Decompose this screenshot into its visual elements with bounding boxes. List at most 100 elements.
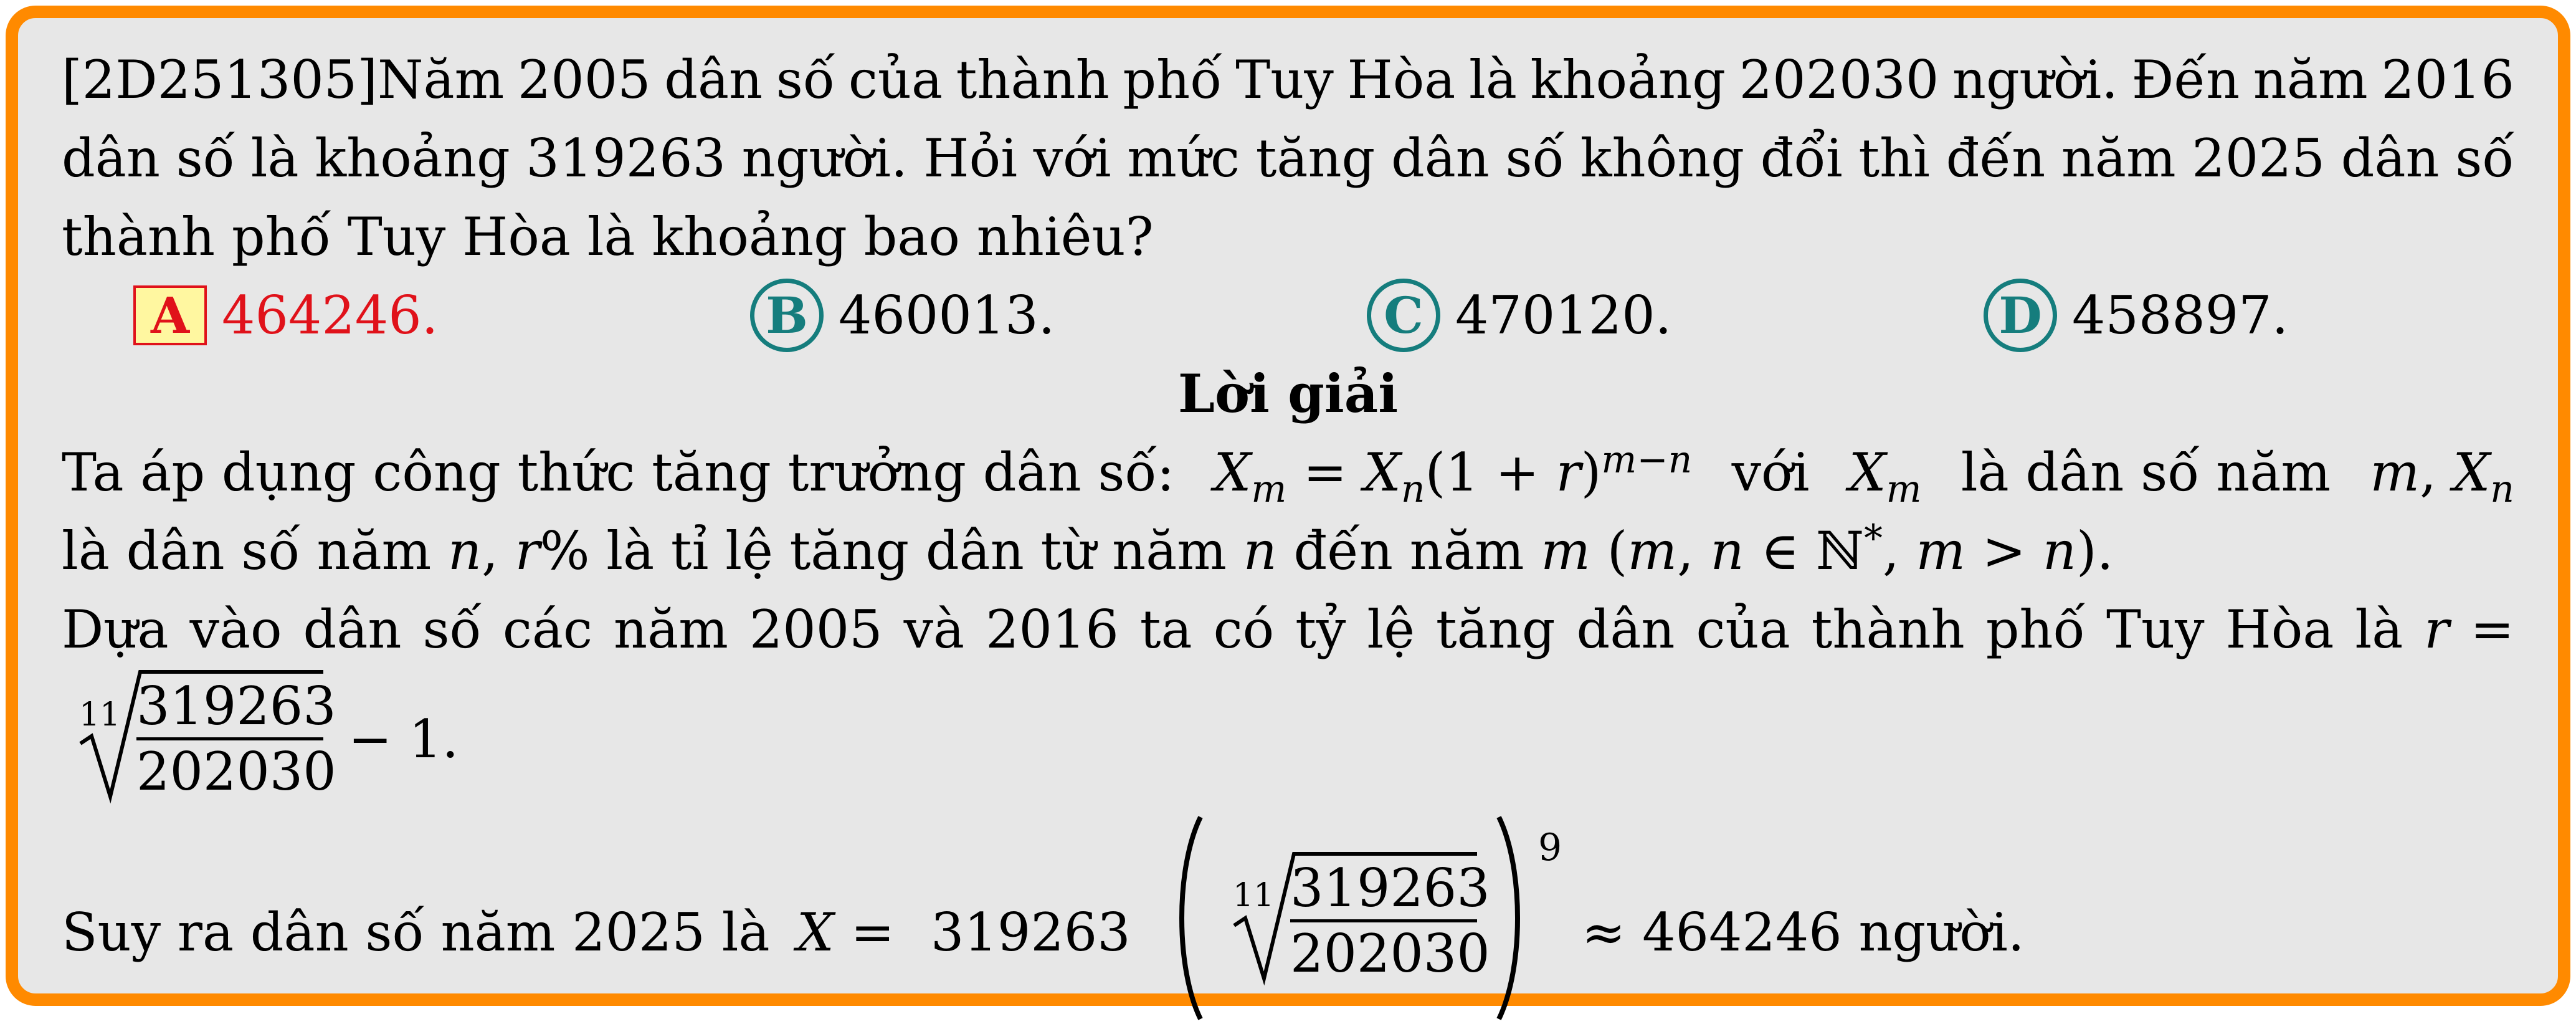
option-c-label: C [1367,279,1440,352]
solution-text: với [1731,442,1810,503]
word: Tuy [1235,49,1334,110]
word: thành [1811,599,1965,660]
word: người. [1952,49,2118,110]
word: tăng [1435,599,1556,660]
problem-line-3: thành phố Tuy Hòa là khoảng bao nhiêu? [62,206,1154,267]
option-b[interactable]: B 460013. [750,276,1055,355]
word: dân [664,49,763,110]
option-c-value: 470120. [1455,285,1672,346]
solution-text: Suy ra dân số năm 2025 là [62,902,770,963]
word: 2016 [986,599,1119,660]
word: là [1468,49,1517,110]
word: năm [614,599,728,660]
word: dân [62,128,160,189]
option-a-label: A [133,285,207,345]
option-b-value: 460013. [839,285,1055,346]
rate-formula: 11 319263 202030 − 1. [62,669,2514,812]
word: đổi [1760,128,1843,189]
solution-text: là dân số năm [1961,442,2331,503]
word: [2D251305]Năm [62,49,505,110]
problem-line-1: [2D251305]Năm 2005 dân số của thành phố Tuy Hòa l… [62,41,2514,119]
problem-line-2: dân số là khoảng 319263 người. Hỏi với mức tăng dâ… [62,119,2514,198]
solution-line-5: Suy ra dân số năm 2025 là X = 319263 11 … [62,812,2514,1024]
word: là [250,128,299,189]
problem-card: [2D251305]Năm 2005 dân số của thành phố Tuy Hòa l… [6,6,2570,1020]
coefficient: 319263 [931,902,1131,963]
word: 2005 [517,49,651,110]
solution-text: là tỉ lệ tăng dân từ năm [606,520,1227,581]
right-paren [1496,816,1520,1020]
problem-content: [2D251305]Năm 2005 dân số của thành phố Tuy Hòa l… [62,41,2514,1024]
word: của [1696,599,1790,660]
word: số [422,599,482,660]
word: 202030 [1739,49,1939,110]
word: 319263 [526,128,726,189]
formula: Xm = Xn(1 + r)m−n [1214,438,1693,511]
word: mức [1127,128,1240,189]
word: phố [1985,599,2085,660]
numerator: 319263 [136,676,336,737]
word: Đến [2131,49,2240,110]
solution-text: là dân số năm [62,520,432,581]
option-b-label: B [750,279,824,352]
word: ta [1139,599,1192,660]
word: khoảng [1530,49,1726,110]
word: Hòa [2225,599,2334,660]
word: Hòa [1347,49,1456,110]
word: Dựa [62,599,169,660]
symbol: = [2470,599,2514,660]
solution-line-3: Dựa vào dân số các năm 2005 và 2016 ta có tỷ lệ tăng d… [62,590,2514,669]
word: và [903,599,965,660]
word: dân [1576,599,1675,660]
word: của [848,49,943,110]
word: là [2355,599,2403,660]
fraction: 319263 202030 [1290,857,1490,985]
word: dân [2341,128,2440,189]
word: số [776,49,835,110]
fraction: 319263 202030 [136,675,336,803]
word: Tuy [2106,599,2205,660]
option-d-label: D [1984,279,2057,352]
symbol: Xm [1848,442,1922,511]
word: dân [1390,128,1490,189]
word: 2005 [749,599,883,660]
option-a[interactable]: A 464246. [133,276,438,355]
solution-text: ≈ 464246 người. [1582,902,2025,963]
option-c[interactable]: C 470120. [1367,276,1671,355]
word: thành [956,49,1110,110]
word: đến [1946,128,2046,189]
word: lệ [1367,599,1415,660]
word: vào [189,599,282,660]
left-paren [1179,816,1203,1020]
word: năm [2253,49,2368,110]
word: phố [1123,49,1222,110]
symbol: m, Xn [2370,442,2514,511]
word: các [502,599,593,660]
word: không [1580,128,1745,189]
word: số [1505,128,1565,189]
solution-heading: Lời giải [1177,363,1399,424]
word: Hỏi [923,128,1018,189]
word: 2016 [2381,49,2514,110]
word: số [176,128,235,189]
option-d-value: 458897. [2072,285,2289,346]
word: tăng [1255,128,1376,189]
symbol: X = [797,902,895,963]
word: khoảng [315,128,510,189]
word: có [1213,599,1275,660]
numerator: 319263 [1290,858,1490,919]
solution-line-2: là dân số năm n, r% là tỉ lệ tăng dân từ… [62,517,2114,581]
solution-text: Ta áp dụng công thức tăng trưởng dân số: [62,442,1175,503]
word: người. [741,128,908,189]
word: 2025 [2192,128,2326,189]
denominator: 202030 [1290,923,1490,984]
option-d[interactable]: D 458897. [1984,276,2288,355]
option-a-value: 464246. [222,285,439,346]
word: dân [303,599,402,660]
symbol: r [2424,599,2450,660]
exponent: 9 [1538,826,1562,869]
denominator: 202030 [136,741,336,802]
solution-line-1: Ta áp dụng công thức tăng trưởng dân số:… [62,433,2514,512]
word: thì [1858,128,1931,189]
word: năm [2061,128,2176,189]
